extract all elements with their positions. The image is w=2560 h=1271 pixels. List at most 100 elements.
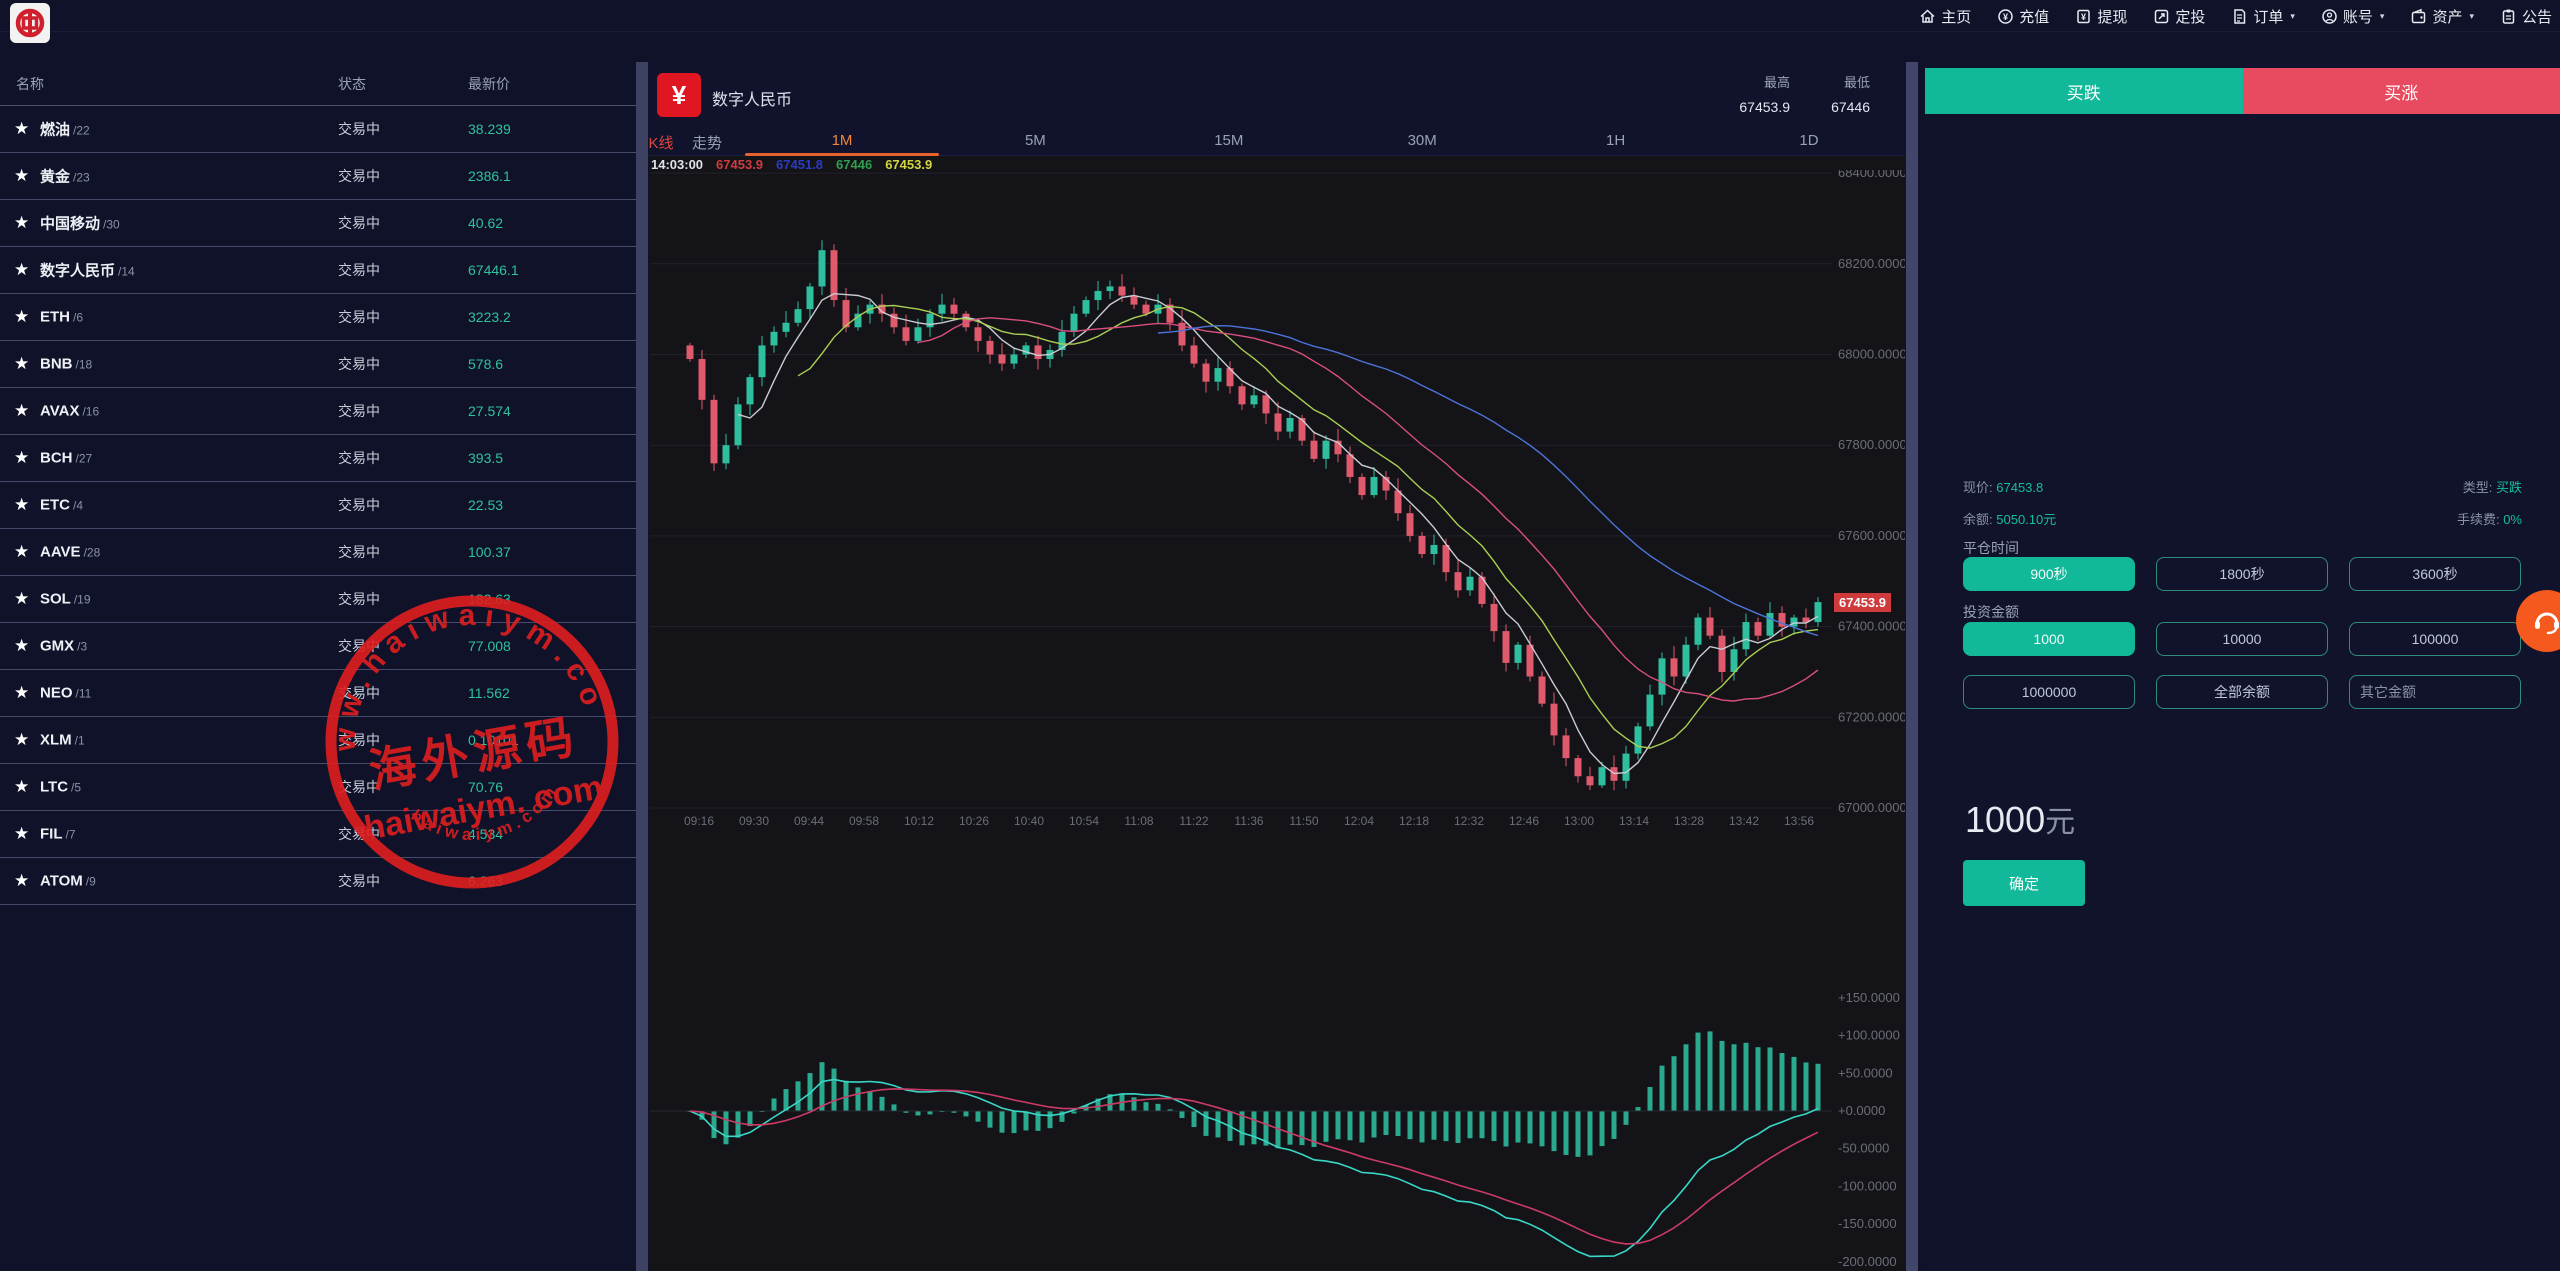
candle-body [1407, 513, 1414, 536]
low-value: 67446 [1831, 99, 1870, 115]
amount-option-100000[interactable]: 100000 [2349, 622, 2521, 656]
favorite-star-icon[interactable]: ★ [14, 401, 29, 421]
app-logo[interactable] [10, 3, 50, 43]
instrument-row-ATOM[interactable]: ★ATOM/9交易中6.263 [0, 858, 648, 905]
timeframe-tab-1M[interactable]: 1M [832, 132, 853, 149]
chart-mode-tab-kline[interactable]: K线 [648, 132, 673, 153]
session-low: 最低 67446 [1831, 72, 1870, 115]
favorite-star-icon[interactable]: ★ [14, 495, 29, 515]
timeframe-tab-15M[interactable]: 15M [1214, 132, 1243, 149]
buy-up-tab[interactable]: 买涨 [2243, 68, 2560, 114]
favorite-star-icon[interactable]: ★ [14, 683, 29, 703]
amount-option-1000[interactable]: 1000 [1963, 622, 2135, 656]
favorite-star-icon[interactable]: ★ [14, 354, 29, 374]
nav-item-home[interactable]: 主页 [1919, 6, 1971, 27]
favorite-star-icon[interactable]: ★ [14, 307, 29, 327]
chart-mode-tab-trend[interactable]: 走势 [692, 132, 722, 153]
candle-body [1203, 364, 1210, 382]
macd-histogram-bar [1744, 1043, 1749, 1111]
instrument-row-NEO[interactable]: ★NEO/11交易中11.562 [0, 670, 648, 717]
instrument-name: FIL/7 [40, 826, 76, 843]
instrument-price: 3223.2 [468, 309, 511, 325]
nav-item-recharge[interactable]: ¥充值 [1997, 6, 2049, 27]
amount-option-其它金额[interactable]: 其它金额 [2349, 675, 2521, 709]
duration-option-900秒[interactable]: 900秒 [1963, 557, 2135, 591]
instrument-row-中国移动[interactable]: ★中国移动/30交易中40.62 [0, 200, 648, 247]
instrument-row-LTC[interactable]: ★LTC/5交易中70.76 [0, 764, 648, 811]
time-axis-label: 12:46 [1509, 814, 1539, 828]
nav-item-account[interactable]: 账号▾ [2321, 6, 2385, 27]
chart-scrollbar[interactable] [1906, 62, 1918, 1271]
candle-body [999, 355, 1006, 364]
instrument-row-GMX[interactable]: ★GMX/3交易中77.008 [0, 623, 648, 670]
favorite-star-icon[interactable]: ★ [14, 260, 29, 280]
instrument-code: /6 [73, 311, 83, 325]
favorite-star-icon[interactable]: ★ [14, 824, 29, 844]
candle-body [939, 305, 946, 314]
favorite-star-icon[interactable]: ★ [14, 589, 29, 609]
favorite-star-icon[interactable]: ★ [14, 119, 29, 139]
nav-item-label: 主页 [1941, 6, 1971, 27]
candle-body [1755, 622, 1762, 636]
macd-histogram-bar [1180, 1111, 1185, 1118]
favorite-star-icon[interactable]: ★ [14, 448, 29, 468]
nav-item-assets[interactable]: 资产▾ [2410, 6, 2474, 27]
amount-option-全部余额[interactable]: 全部余额 [2156, 675, 2328, 709]
duration-option-3600秒[interactable]: 3600秒 [2349, 557, 2521, 591]
instrument-row-BCH[interactable]: ★BCH/27交易中393.5 [0, 435, 648, 482]
nav-item-withdraw[interactable]: ¥提现 [2075, 6, 2127, 27]
candle-body [1455, 572, 1462, 590]
confirm-button[interactable]: 确定 [1963, 860, 2085, 906]
favorite-star-icon[interactable]: ★ [14, 871, 29, 891]
candle-body [1551, 704, 1558, 736]
instrument-row-数字人民币[interactable]: ★数字人民币/14交易中67446.1 [0, 247, 648, 294]
price-axis-label: 67400.00000 [1838, 619, 1905, 634]
instrument-row-AVAX[interactable]: ★AVAX/16交易中27.574 [0, 388, 648, 435]
macd-histogram-bar [1684, 1044, 1689, 1111]
candle-body [1815, 602, 1822, 622]
candle-body [1539, 676, 1546, 703]
instrument-row-BNB[interactable]: ★BNB/18交易中578.6 [0, 341, 648, 388]
macd-histogram-bar [880, 1097, 885, 1111]
instrument-row-SOL[interactable]: ★SOL/19交易中182.63 [0, 576, 648, 623]
current-price-row: 现价: 67453.8 类型: 买跌 [1963, 477, 2522, 496]
timeframe-tab-5M[interactable]: 5M [1025, 132, 1046, 149]
candle-body [1071, 314, 1078, 332]
time-axis-label: 11:50 [1289, 814, 1318, 828]
candle-body [963, 314, 970, 328]
timeframe-tab-1H[interactable]: 1H [1606, 132, 1625, 149]
duration-option-1800秒[interactable]: 1800秒 [2156, 557, 2328, 591]
nav-item-invest[interactable]: 定投 [2153, 6, 2205, 27]
instrument-name: ETH/6 [40, 309, 83, 326]
timeframe-tab-1D[interactable]: 1D [1799, 132, 1818, 149]
macd-histogram-bar [1756, 1047, 1761, 1111]
nav-item-notice[interactable]: 公告 [2500, 6, 2552, 27]
favorite-star-icon[interactable]: ★ [14, 777, 29, 797]
favorite-star-icon[interactable]: ★ [14, 542, 29, 562]
notice-icon [2500, 8, 2517, 25]
timeframe-tab-30M[interactable]: 30M [1408, 132, 1437, 149]
high-label: 最高 [1739, 72, 1790, 91]
instrument-row-ETC[interactable]: ★ETC/4交易中22.53 [0, 482, 648, 529]
buy-down-tab[interactable]: 买跌 [1925, 68, 2243, 114]
favorite-star-icon[interactable]: ★ [14, 166, 29, 186]
nav-item-label: 订单 [2253, 6, 2283, 27]
price-axis-label: 67800.00000 [1838, 437, 1905, 452]
favorite-star-icon[interactable]: ★ [14, 730, 29, 750]
candle-body [687, 345, 694, 359]
instrument-row-XLM[interactable]: ★XLM/1交易中0.10101 [0, 717, 648, 764]
favorite-star-icon[interactable]: ★ [14, 636, 29, 656]
sidebar-scrollbar[interactable] [636, 62, 648, 1271]
instrument-row-FIL[interactable]: ★FIL/7交易中4.534 [0, 811, 648, 858]
amount-option-10000[interactable]: 10000 [2156, 622, 2328, 656]
macd-histogram-bar [772, 1098, 777, 1111]
kline-macd-chart[interactable]: 68400.0000068200.0000068000.0000067800.0… [649, 170, 1905, 1271]
nav-item-label: 定投 [2175, 6, 2205, 27]
amount-option-1000000[interactable]: 1000000 [1963, 675, 2135, 709]
instrument-row-黄金[interactable]: ★黄金/23交易中2386.1 [0, 153, 648, 200]
nav-item-orders[interactable]: 订单▾ [2231, 6, 2295, 27]
instrument-row-燃油[interactable]: ★燃油/22交易中38.239 [0, 106, 648, 153]
favorite-star-icon[interactable]: ★ [14, 213, 29, 233]
instrument-row-AAVE[interactable]: ★AAVE/28交易中100.37 [0, 529, 648, 576]
instrument-row-ETH[interactable]: ★ETH/6交易中3223.2 [0, 294, 648, 341]
